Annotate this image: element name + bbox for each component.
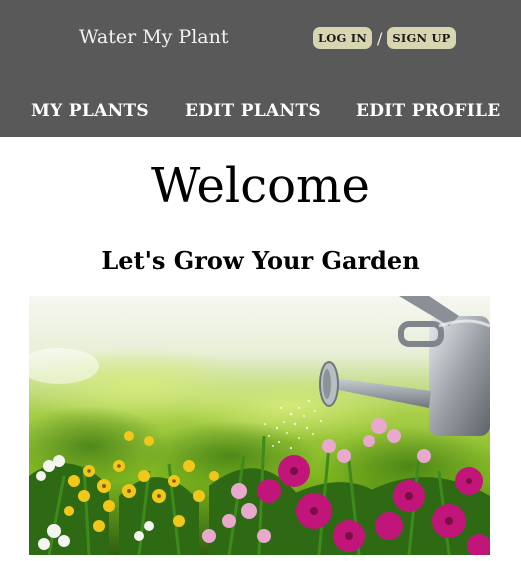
nav-edit-plants[interactable]: EDIT PLANTS: [185, 101, 321, 121]
nav-edit-profile[interactable]: EDIT PROFILE: [356, 101, 500, 121]
auth-separator: /: [377, 28, 383, 48]
main-nav: MY PLANTS EDIT PLANTS EDIT PROFILE: [0, 101, 521, 125]
nav-my-plants[interactable]: MY PLANTS: [31, 101, 149, 121]
site-header: Water My Plant LOG IN / SIGN UP MY PLANT…: [0, 0, 521, 137]
page-subtitle: Let's Grow Your Garden: [101, 246, 420, 275]
auth-links: LOG IN / SIGN UP: [313, 27, 456, 49]
page-title: Welcome: [151, 158, 370, 214]
brand-title[interactable]: Water My Plant: [79, 26, 229, 48]
login-button[interactable]: LOG IN: [313, 27, 373, 49]
garden-watering-can-image: [29, 296, 490, 555]
signup-button[interactable]: SIGN UP: [387, 27, 456, 49]
